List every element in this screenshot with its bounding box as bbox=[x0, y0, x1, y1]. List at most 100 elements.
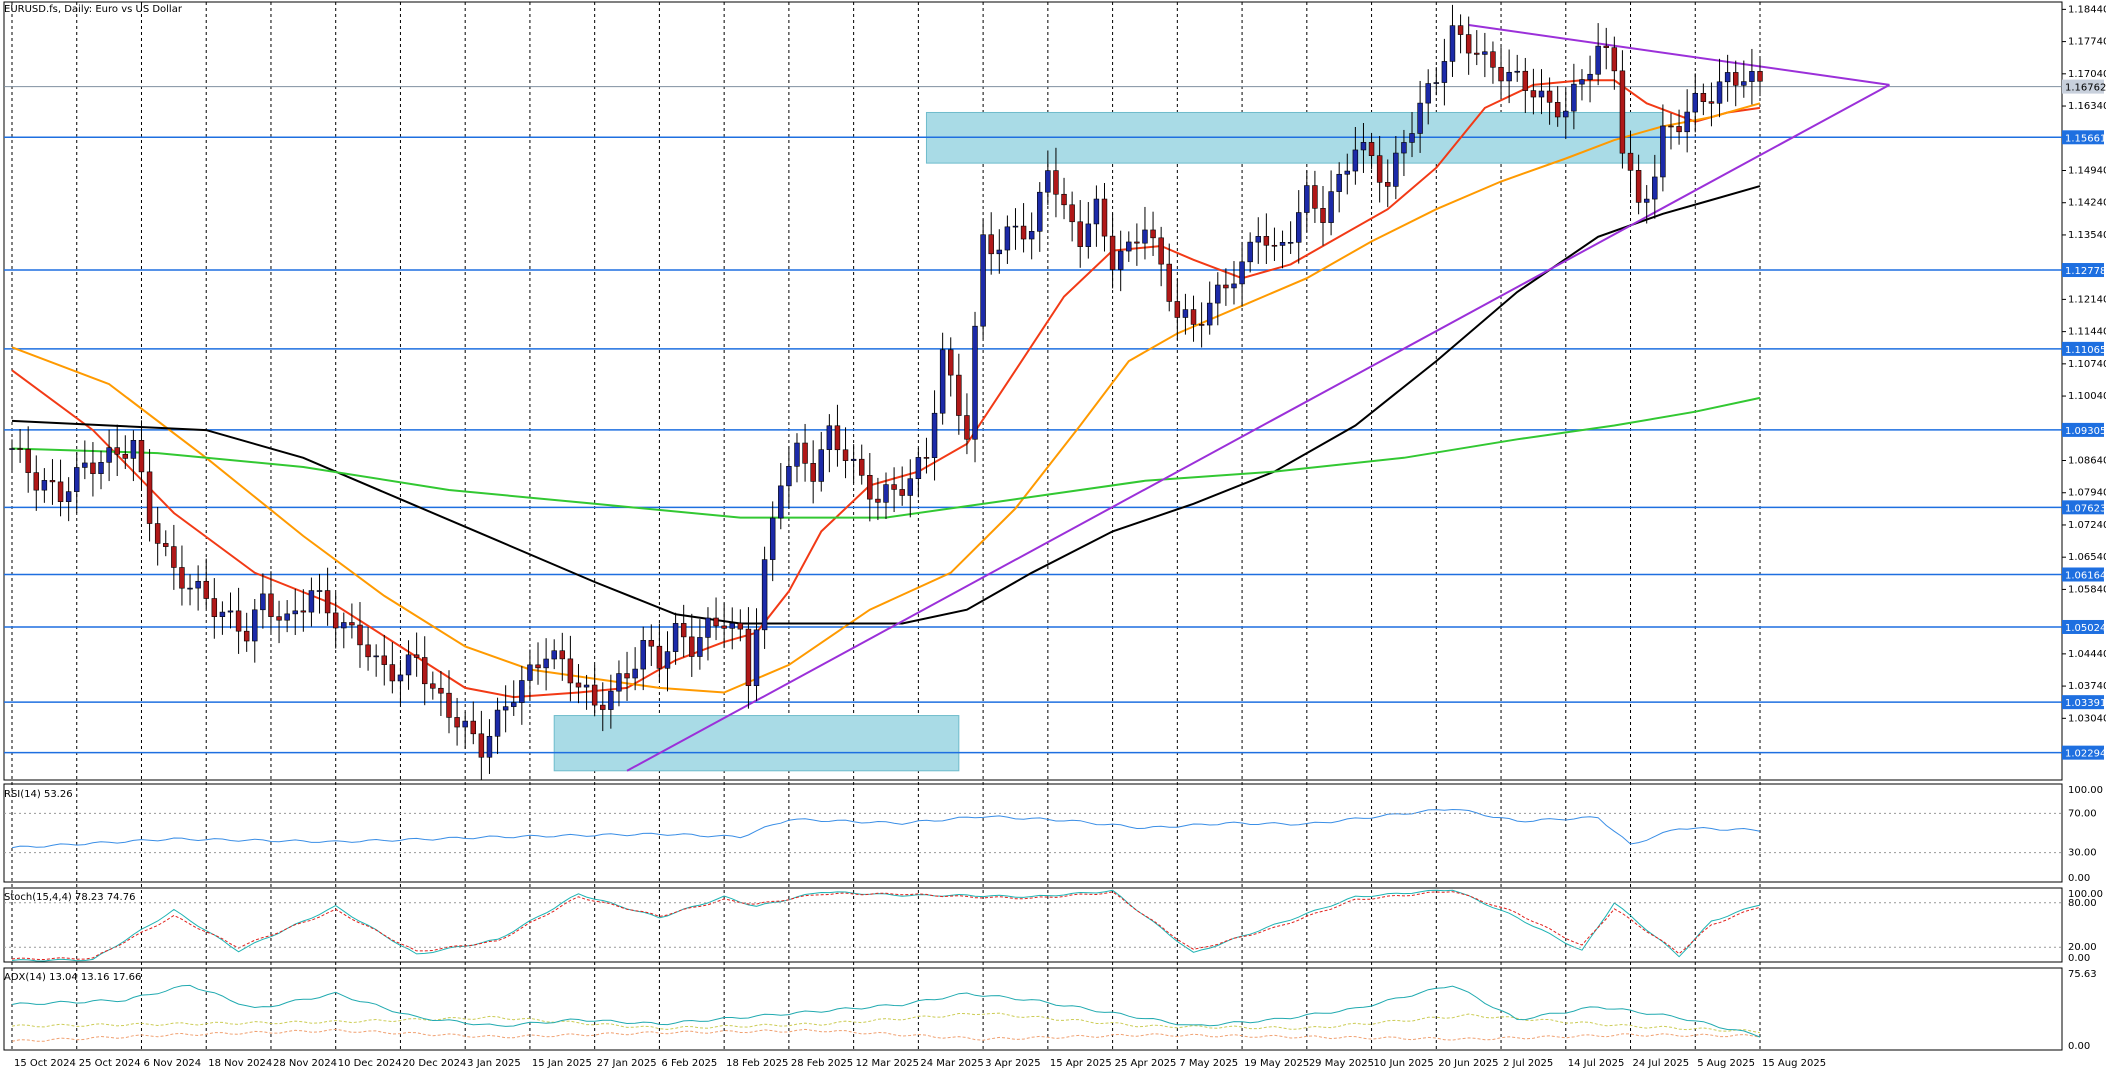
bear-candle bbox=[300, 610, 307, 613]
price-tick-label: 1.08640 bbox=[2068, 456, 2106, 467]
date-tick-label: 14 Jul 2025 bbox=[1568, 1058, 1625, 1069]
bear-candle bbox=[154, 523, 161, 544]
bear-candle bbox=[171, 546, 177, 568]
bull-candle bbox=[778, 485, 784, 519]
indicator-tick-label: 30.00 bbox=[2068, 848, 2097, 859]
level-label: 1.07623 bbox=[2065, 503, 2106, 514]
bull-candle bbox=[41, 480, 48, 491]
chart-window[interactable]: 1.15661 1.12778 1.11065 1.09305 1.07623 1.061… bbox=[0, 0, 2106, 1073]
bull-candle bbox=[915, 457, 922, 480]
indicator-line bbox=[11, 891, 1761, 961]
bull-candle bbox=[260, 593, 266, 611]
bull-candle bbox=[1425, 83, 1431, 104]
bull-candle bbox=[769, 517, 776, 560]
indicator-panes bbox=[4, 808, 2062, 1042]
indicator-tick-label: 70.00 bbox=[2068, 808, 2097, 819]
date-tick-label: 12 Mar 2025 bbox=[856, 1058, 919, 1069]
bull-candle bbox=[616, 673, 622, 692]
bull-candle bbox=[705, 617, 711, 638]
bear-candle bbox=[1263, 236, 1270, 246]
bear-candle bbox=[875, 498, 881, 503]
date-tick-label: 25 Apr 2025 bbox=[1115, 1058, 1177, 1069]
bull-candle bbox=[1449, 25, 1456, 62]
bull-candle bbox=[9, 448, 15, 450]
bear-candle bbox=[567, 658, 574, 684]
bear-candle bbox=[203, 580, 209, 599]
bear-candle bbox=[834, 425, 841, 451]
bear-candle bbox=[1385, 182, 1391, 187]
bull-candle bbox=[1093, 198, 1100, 225]
date-tick-label: 10 Dec 2024 bbox=[338, 1058, 402, 1069]
price-tick-label: 1.03040 bbox=[2068, 713, 2106, 724]
bear-candle bbox=[1198, 324, 1205, 326]
bull-candle bbox=[1401, 142, 1407, 154]
bull-candle bbox=[1692, 92, 1698, 113]
bear-candle bbox=[1368, 142, 1375, 156]
bull-candle bbox=[1352, 149, 1359, 172]
price-tick-label: 1.16340 bbox=[2068, 101, 2106, 112]
date-tick-label: 5 Aug 2025 bbox=[1697, 1058, 1755, 1069]
bear-candle bbox=[1158, 237, 1164, 265]
bear-candle bbox=[1020, 225, 1027, 240]
price-chart[interactable]: 1.15661 1.12778 1.11065 1.09305 1.07623 1.061… bbox=[0, 0, 2106, 1073]
trendline-resistance bbox=[1468, 24, 1890, 86]
ma-line-ma20 bbox=[11, 79, 1761, 699]
bear-candle bbox=[1134, 241, 1140, 244]
bear-candle bbox=[575, 682, 582, 688]
chart-title: EURUSD.fs, Daily: Euro vs US Dollar bbox=[4, 4, 183, 15]
bull-candle bbox=[786, 465, 792, 487]
bull-candle bbox=[972, 325, 978, 440]
bull-candle bbox=[1012, 225, 1019, 228]
bear-candle bbox=[332, 612, 339, 629]
date-tick-label: 15 Jan 2025 bbox=[532, 1058, 592, 1069]
bear-candle bbox=[49, 480, 56, 483]
bull-candle bbox=[729, 622, 735, 629]
bull-candle bbox=[341, 622, 347, 629]
price-tick-label: 1.13540 bbox=[2068, 230, 2106, 241]
bear-candle bbox=[988, 234, 994, 255]
bear-candle bbox=[211, 598, 218, 617]
bull-candle bbox=[1295, 212, 1302, 243]
bull-candle bbox=[1724, 72, 1731, 83]
bull-candle bbox=[1506, 71, 1512, 82]
bear-candle bbox=[146, 471, 153, 524]
bull-candle bbox=[818, 449, 824, 482]
bull-candle bbox=[1360, 142, 1367, 151]
bull-candle bbox=[761, 559, 768, 631]
indicator-tick-label: 0.00 bbox=[2068, 873, 2090, 884]
bear-candle bbox=[737, 622, 744, 630]
bear-candle bbox=[559, 650, 566, 660]
bull-candle bbox=[227, 610, 234, 613]
bull-candle bbox=[462, 720, 468, 728]
bear-candle bbox=[1312, 185, 1318, 209]
bear-candle bbox=[349, 622, 355, 626]
bull-candle bbox=[82, 462, 88, 468]
bull-candle bbox=[907, 478, 914, 496]
price-tick-label: 1.06540 bbox=[2068, 552, 2106, 563]
bull-candle bbox=[1328, 191, 1334, 223]
indicator-pane-frame bbox=[3, 887, 2063, 963]
bull-candle bbox=[1028, 231, 1035, 240]
bear-candle bbox=[810, 463, 816, 482]
bull-candle bbox=[494, 709, 501, 737]
bear-candle bbox=[802, 442, 808, 464]
bull-candle bbox=[65, 491, 72, 502]
bear-candle bbox=[1101, 198, 1108, 237]
bull-candle bbox=[794, 442, 800, 467]
bear-candle bbox=[389, 664, 396, 682]
bull-candle bbox=[511, 702, 517, 707]
bear-candle bbox=[478, 733, 485, 758]
bear-candle bbox=[1150, 229, 1156, 239]
date-tick-label: 3 Jan 2025 bbox=[467, 1058, 521, 1069]
bull-candle bbox=[1004, 226, 1011, 251]
bear-candle bbox=[57, 481, 64, 502]
bear-candle bbox=[1708, 101, 1715, 104]
bear-candle bbox=[1174, 301, 1181, 318]
bear-candle bbox=[1546, 90, 1553, 103]
bear-candle bbox=[1320, 208, 1326, 223]
bull-candle bbox=[252, 609, 258, 642]
level-label: 1.11065 bbox=[2065, 345, 2106, 356]
bear-candle bbox=[535, 664, 541, 669]
bull-candle bbox=[1126, 241, 1132, 252]
bull-candle bbox=[1182, 309, 1189, 318]
